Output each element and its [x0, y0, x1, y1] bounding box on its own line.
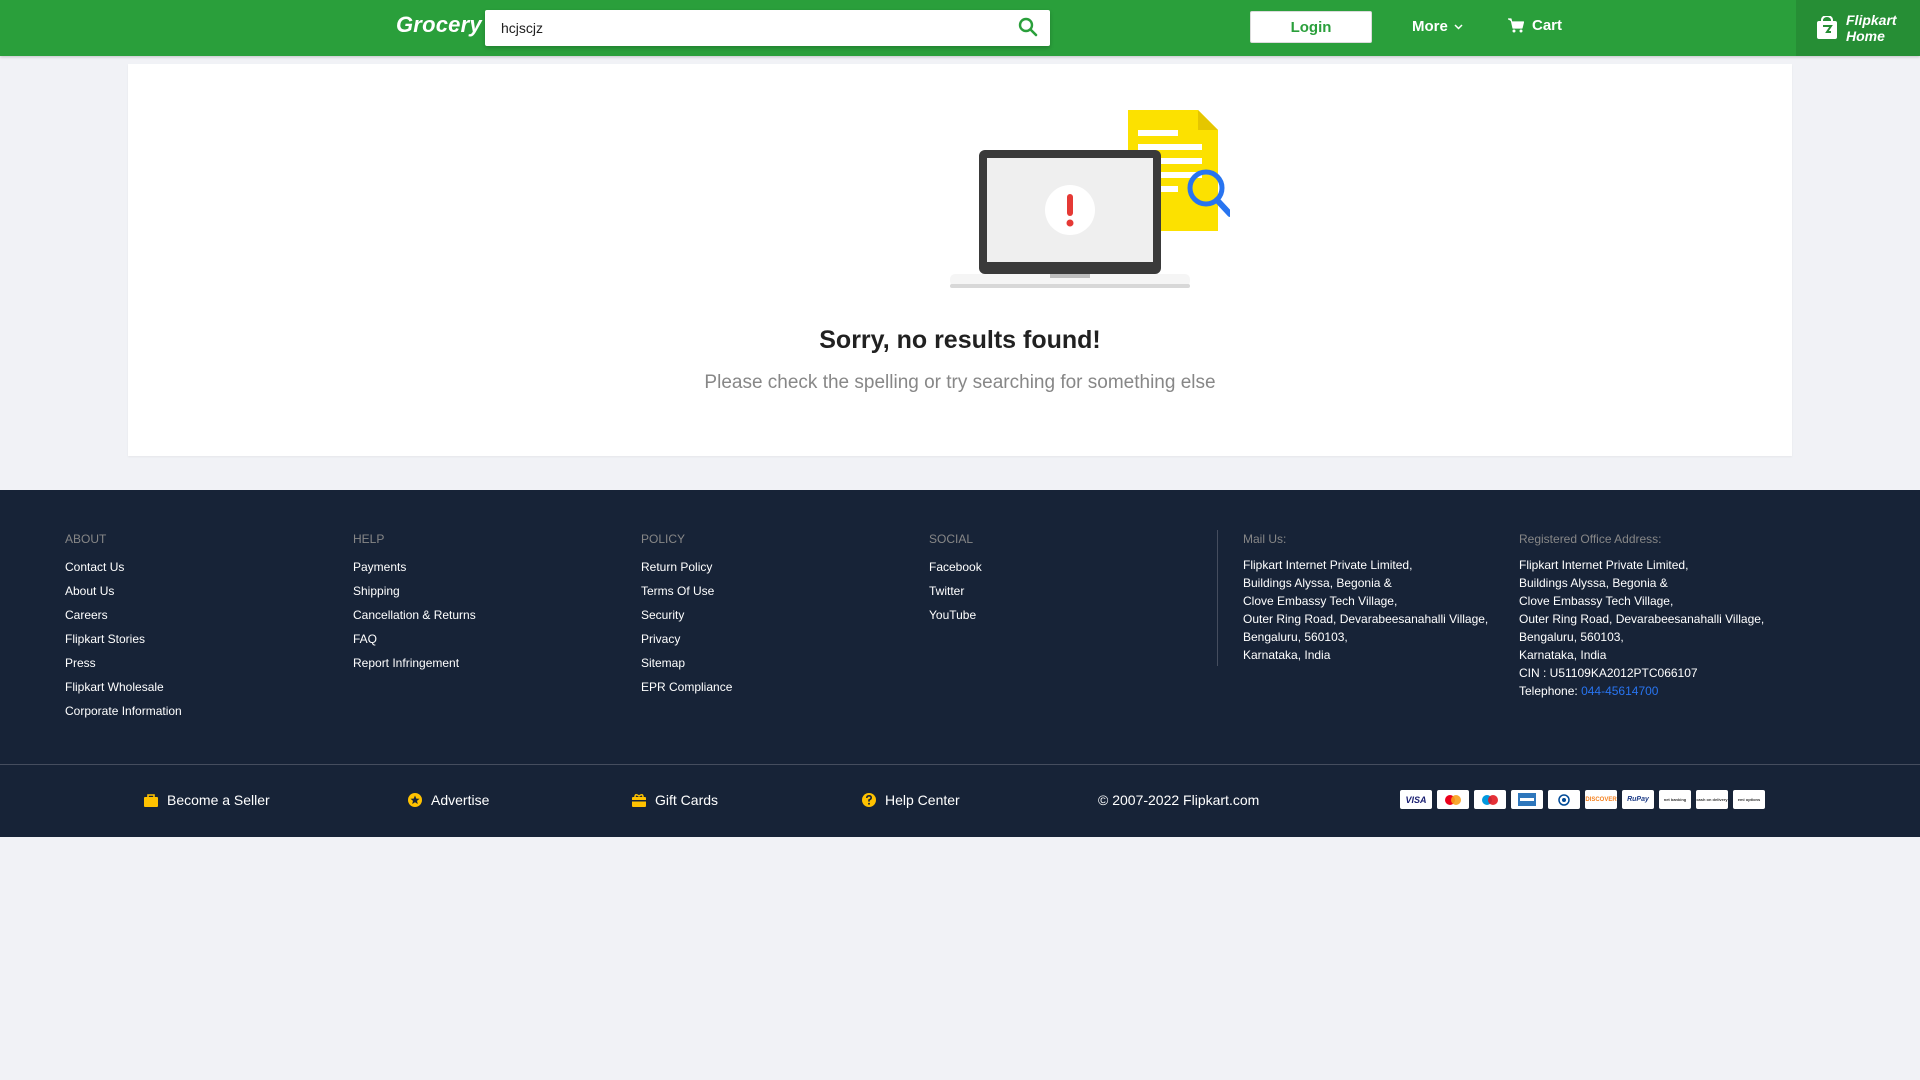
footer-link[interactable]: YouTube — [929, 608, 982, 622]
telephone-line: Telephone: 044-45614700 — [1519, 682, 1764, 700]
footer-link[interactable]: FAQ — [353, 632, 476, 646]
footer-link[interactable]: Contact Us — [65, 560, 182, 574]
briefcase-icon — [144, 793, 158, 807]
address-line: Outer Ring Road, Devarabeesanahalli Vill… — [1243, 612, 1489, 626]
footer-link[interactable]: Terms Of Use — [641, 584, 732, 598]
flipkart-bag-icon — [1817, 16, 1837, 39]
footer-link[interactable]: Twitter — [929, 584, 982, 598]
maestro-icon — [1474, 790, 1506, 809]
office-heading: Registered Office Address: — [1519, 532, 1662, 546]
flipkart-home-label: Flipkart Home — [1846, 12, 1897, 44]
address-line: Flipkart Internet Private Limited, — [1519, 558, 1689, 572]
footer-link[interactable]: Press — [65, 656, 182, 670]
address-line: Outer Ring Road, Devarabeesanahalli Vill… — [1519, 612, 1765, 626]
footer-col-policy: POLICY Return Policy Terms Of Use Securi… — [641, 532, 732, 704]
footer-heading: SOCIAL — [929, 532, 974, 546]
flipkart-home-button[interactable]: Flipkart Home — [1796, 0, 1920, 56]
cin-line: CIN : U51109KA2012PTC066107 — [1519, 666, 1698, 680]
footer-link[interactable]: Shipping — [353, 584, 476, 598]
rupay-icon: RuPay — [1622, 790, 1654, 809]
footer-link[interactable]: Flipkart Wholesale — [65, 680, 182, 694]
address-line: Karnataka, India — [1519, 648, 1607, 662]
gift-cards-link[interactable]: Gift Cards — [631, 792, 718, 808]
become-seller-label: Become a Seller — [167, 792, 270, 808]
address-line: Clove Embassy Tech Village, — [1519, 594, 1674, 608]
telephone-label: Telephone: — [1519, 684, 1582, 698]
footer-link[interactable]: Sitemap — [641, 656, 732, 670]
advertise-link[interactable]: Advertise — [407, 792, 489, 808]
address-line: Karnataka, India — [1243, 648, 1331, 662]
no-results-title: Sorry, no results found! — [819, 326, 1101, 354]
search-bar — [485, 10, 1050, 46]
search-input[interactable] — [485, 10, 985, 46]
star-icon — [408, 793, 422, 807]
address-line: Buildings Alyssa, Begonia & — [1519, 576, 1668, 590]
more-label: More — [1412, 18, 1448, 35]
address-line: Buildings Alyssa, Begonia & — [1243, 576, 1392, 590]
grocery-logo[interactable]: Grocery — [396, 12, 482, 38]
chevron-down-icon — [1454, 23, 1463, 30]
gift-icon — [632, 793, 646, 807]
footer-link[interactable]: Facebook — [929, 560, 982, 574]
search-button[interactable] — [1018, 17, 1040, 39]
login-button[interactable]: Login — [1250, 11, 1372, 43]
footer-office-address: Registered Office Address: Flipkart Inte… — [1519, 532, 1764, 700]
footer-link[interactable]: Corporate Information — [65, 704, 182, 718]
address-line: Bengaluru, 560103, — [1243, 630, 1348, 644]
emi-options-icon: emi options — [1733, 790, 1765, 809]
help-center-link[interactable]: Help Center — [861, 792, 960, 808]
help-center-label: Help Center — [885, 792, 960, 808]
gift-cards-label: Gift Cards — [655, 792, 719, 808]
mastercard-icon — [1437, 790, 1469, 809]
amex-icon — [1511, 790, 1543, 809]
cart-button[interactable]: Cart — [1508, 17, 1562, 34]
help-icon — [862, 793, 876, 807]
cash-on-delivery-icon: cash on delivery — [1696, 790, 1728, 809]
footer-link[interactable]: Privacy — [641, 632, 732, 646]
home-line1: Flipkart — [1846, 12, 1897, 28]
footer-link[interactable]: Flipkart Stories — [65, 632, 182, 646]
visa-icon: VISA — [1400, 790, 1432, 809]
footer: ABOUT Contact Us About Us Careers Flipka… — [0, 490, 1920, 837]
footer-link[interactable]: Report Infringement — [353, 656, 476, 670]
home-line2: Home — [1846, 28, 1885, 44]
footer-mail-address: Mail Us: Flipkart Internet Private Limit… — [1243, 532, 1488, 664]
footer-col-about: ABOUT Contact Us About Us Careers Flipka… — [65, 532, 182, 728]
no-results-subtitle: Please check the spelling or try searchi… — [704, 372, 1216, 393]
telephone-link[interactable]: 044-45614700 — [1581, 684, 1658, 698]
more-menu[interactable]: More — [1412, 18, 1463, 35]
footer-heading: POLICY — [641, 532, 686, 546]
copyright-text: © 2007-2022 Flipkart.com — [1098, 792, 1260, 808]
payment-methods: VISA DISCOVER RuPay net banking cash on … — [1400, 790, 1765, 809]
footer-link[interactable]: Security — [641, 608, 732, 622]
address-line: Flipkart Internet Private Limited, — [1243, 558, 1413, 572]
footer-bottom-divider — [0, 764, 1920, 765]
footer-heading: HELP — [353, 532, 385, 546]
net-banking-icon: net banking — [1659, 790, 1691, 809]
footer-link[interactable]: Careers — [65, 608, 182, 622]
address-line: Clove Embassy Tech Village, — [1243, 594, 1398, 608]
discover-icon: DISCOVER — [1585, 790, 1617, 809]
footer-divider — [1217, 530, 1218, 666]
footer-link[interactable]: Return Policy — [641, 560, 732, 574]
footer-link[interactable]: Payments — [353, 560, 476, 574]
search-icon — [1018, 17, 1038, 37]
diners-icon — [1548, 790, 1580, 809]
cart-label: Cart — [1532, 17, 1563, 34]
footer-heading: ABOUT — [65, 532, 107, 546]
footer-col-help: HELP Payments Shipping Cancellation & Re… — [353, 532, 476, 680]
top-header: Grocery Login More Cart Flipkart — [0, 0, 1920, 56]
no-results-illustration — [950, 110, 1230, 288]
footer-col-social: SOCIAL Facebook Twitter YouTube — [929, 532, 982, 632]
advertise-label: Advertise — [431, 792, 490, 808]
become-seller-link[interactable]: Become a Seller — [143, 792, 270, 808]
footer-link[interactable]: EPR Compliance — [641, 680, 732, 694]
cart-icon — [1508, 18, 1524, 33]
mail-heading: Mail Us: — [1243, 532, 1287, 546]
address-line: Bengaluru, 560103, — [1519, 630, 1624, 644]
footer-link[interactable]: Cancellation & Returns — [353, 608, 476, 622]
footer-link[interactable]: About Us — [65, 584, 182, 598]
no-results-card: Sorry, no results found! Please check th… — [128, 64, 1792, 456]
